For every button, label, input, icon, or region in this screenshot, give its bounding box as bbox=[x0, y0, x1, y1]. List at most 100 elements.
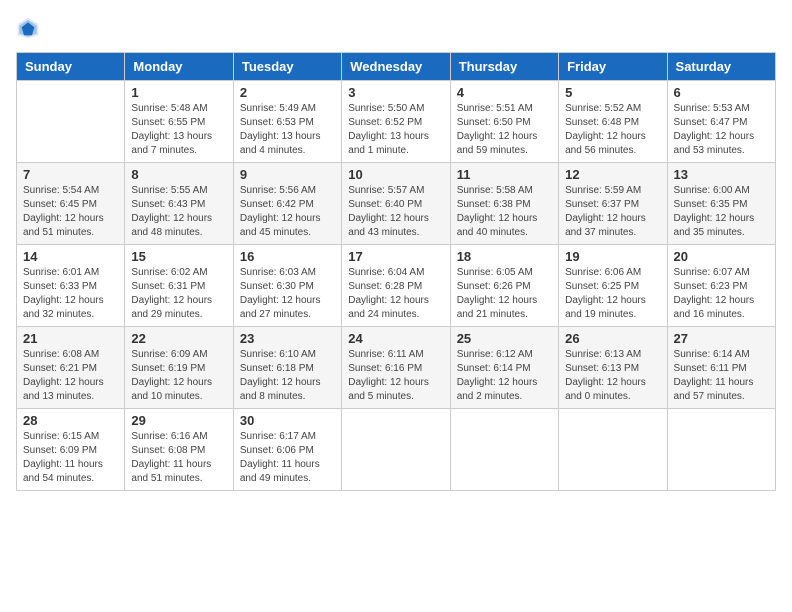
day-cell: 26 Sunrise: 6:13 AM Sunset: 6:13 PM Dayli… bbox=[559, 327, 667, 409]
day-cell: 10 Sunrise: 5:57 AM Sunset: 6:40 PM Dayli… bbox=[342, 163, 450, 245]
day-cell: 12 Sunrise: 5:59 AM Sunset: 6:37 PM Dayli… bbox=[559, 163, 667, 245]
day-cell bbox=[17, 81, 125, 163]
week-row-3: 14 Sunrise: 6:01 AM Sunset: 6:33 PM Dayli… bbox=[17, 245, 776, 327]
day-number: 1 bbox=[131, 85, 226, 100]
day-cell: 29 Sunrise: 6:16 AM Sunset: 6:08 PM Dayli… bbox=[125, 409, 233, 491]
day-cell: 6 Sunrise: 5:53 AM Sunset: 6:47 PM Daylig… bbox=[667, 81, 775, 163]
day-cell bbox=[667, 409, 775, 491]
day-cell: 30Sunrise: 6:17 AM Sunset: 6:06 PM Dayli… bbox=[233, 409, 341, 491]
day-cell bbox=[342, 409, 450, 491]
day-info: Sunrise: 6:16 AM Sunset: 6:08 PM Dayligh… bbox=[131, 430, 226, 486]
column-header-sunday: Sunday bbox=[17, 53, 125, 81]
day-cell: 20 Sunrise: 6:07 AM Sunset: 6:23 PM Dayli… bbox=[667, 245, 775, 327]
day-info: Sunrise: 5:57 AM Sunset: 6:40 PM Dayligh… bbox=[348, 184, 443, 240]
day-number: 27 bbox=[674, 331, 769, 346]
day-info: Sunrise: 6:07 AM Sunset: 6:23 PM Dayligh… bbox=[674, 266, 769, 322]
day-number: 26 bbox=[565, 331, 660, 346]
day-info: Sunrise: 6:09 AM Sunset: 6:19 PM Dayligh… bbox=[131, 348, 226, 404]
day-cell: 7 Sunrise: 5:54 AM Sunset: 6:45 PM Daylig… bbox=[17, 163, 125, 245]
day-number: 17 bbox=[348, 249, 443, 264]
week-row-1: 1 Sunrise: 5:48 AM Sunset: 6:55 PM Daylig… bbox=[17, 81, 776, 163]
day-info: Sunrise: 6:10 AM Sunset: 6:18 PM Dayligh… bbox=[240, 348, 335, 404]
day-info: Sunrise: 6:00 AM Sunset: 6:35 PM Dayligh… bbox=[674, 184, 769, 240]
day-number: 4 bbox=[457, 85, 552, 100]
day-cell: 13 Sunrise: 6:00 AM Sunset: 6:35 PM Dayli… bbox=[667, 163, 775, 245]
day-info: Sunrise: 6:03 AM Sunset: 6:30 PM Dayligh… bbox=[240, 266, 335, 322]
day-info: Sunrise: 5:54 AM Sunset: 6:45 PM Dayligh… bbox=[23, 184, 118, 240]
calendar-body: 1 Sunrise: 5:48 AM Sunset: 6:55 PM Daylig… bbox=[17, 81, 776, 491]
day-number: 14 bbox=[23, 249, 118, 264]
day-number: 29 bbox=[131, 413, 226, 428]
day-cell: 8Sunrise: 5:55 AM Sunset: 6:43 PM Daylig… bbox=[125, 163, 233, 245]
calendar-table: SundayMondayTuesdayWednesdayThursdayFrid… bbox=[16, 52, 776, 491]
day-info: Sunrise: 6:05 AM Sunset: 6:26 PM Dayligh… bbox=[457, 266, 552, 322]
day-number: 5 bbox=[565, 85, 660, 100]
day-number: 7 bbox=[23, 167, 118, 182]
day-cell: 21Sunrise: 6:08 AM Sunset: 6:21 PM Dayli… bbox=[17, 327, 125, 409]
day-info: Sunrise: 6:02 AM Sunset: 6:31 PM Dayligh… bbox=[131, 266, 226, 322]
column-header-friday: Friday bbox=[559, 53, 667, 81]
day-number: 28 bbox=[23, 413, 118, 428]
day-info: Sunrise: 6:01 AM Sunset: 6:33 PM Dayligh… bbox=[23, 266, 118, 322]
day-cell: 19Sunrise: 6:06 AM Sunset: 6:25 PM Dayli… bbox=[559, 245, 667, 327]
day-number: 6 bbox=[674, 85, 769, 100]
day-info: Sunrise: 5:52 AM Sunset: 6:48 PM Dayligh… bbox=[565, 102, 660, 158]
week-row-2: 7 Sunrise: 5:54 AM Sunset: 6:45 PM Daylig… bbox=[17, 163, 776, 245]
day-info: Sunrise: 6:15 AM Sunset: 6:09 PM Dayligh… bbox=[23, 430, 118, 486]
day-cell bbox=[559, 409, 667, 491]
day-info: Sunrise: 5:51 AM Sunset: 6:50 PM Dayligh… bbox=[457, 102, 552, 158]
day-number: 18 bbox=[457, 249, 552, 264]
day-info: Sunrise: 6:14 AM Sunset: 6:11 PM Dayligh… bbox=[674, 348, 769, 404]
day-info: Sunrise: 6:13 AM Sunset: 6:13 PM Dayligh… bbox=[565, 348, 660, 404]
day-number: 22 bbox=[131, 331, 226, 346]
logo-icon bbox=[16, 16, 40, 40]
day-number: 9 bbox=[240, 167, 335, 182]
day-cell: 1 Sunrise: 5:48 AM Sunset: 6:55 PM Daylig… bbox=[125, 81, 233, 163]
day-cell: 24 Sunrise: 6:11 AM Sunset: 6:16 PM Dayli… bbox=[342, 327, 450, 409]
day-number: 15 bbox=[131, 249, 226, 264]
day-cell: 11 Sunrise: 5:58 AM Sunset: 6:38 PM Dayli… bbox=[450, 163, 558, 245]
day-number: 21 bbox=[23, 331, 118, 346]
column-header-saturday: Saturday bbox=[667, 53, 775, 81]
day-cell: 18 Sunrise: 6:05 AM Sunset: 6:26 PM Dayli… bbox=[450, 245, 558, 327]
day-info: Sunrise: 5:59 AM Sunset: 6:37 PM Dayligh… bbox=[565, 184, 660, 240]
day-number: 12 bbox=[565, 167, 660, 182]
day-cell: 9Sunrise: 5:56 AM Sunset: 6:42 PM Daylig… bbox=[233, 163, 341, 245]
day-info: Sunrise: 5:53 AM Sunset: 6:47 PM Dayligh… bbox=[674, 102, 769, 158]
day-number: 24 bbox=[348, 331, 443, 346]
day-cell: 15 Sunrise: 6:02 AM Sunset: 6:31 PM Dayli… bbox=[125, 245, 233, 327]
week-row-5: 28 Sunrise: 6:15 AM Sunset: 6:09 PM Dayli… bbox=[17, 409, 776, 491]
column-header-monday: Monday bbox=[125, 53, 233, 81]
day-cell bbox=[450, 409, 558, 491]
day-info: Sunrise: 6:12 AM Sunset: 6:14 PM Dayligh… bbox=[457, 348, 552, 404]
calendar-header: SundayMondayTuesdayWednesdayThursdayFrid… bbox=[17, 53, 776, 81]
day-number: 20 bbox=[674, 249, 769, 264]
day-number: 30 bbox=[240, 413, 335, 428]
day-cell: 4 Sunrise: 5:51 AM Sunset: 6:50 PM Daylig… bbox=[450, 81, 558, 163]
day-number: 2 bbox=[240, 85, 335, 100]
day-info: Sunrise: 6:04 AM Sunset: 6:28 PM Dayligh… bbox=[348, 266, 443, 322]
day-number: 3 bbox=[348, 85, 443, 100]
day-number: 11 bbox=[457, 167, 552, 182]
day-cell: 28 Sunrise: 6:15 AM Sunset: 6:09 PM Dayli… bbox=[17, 409, 125, 491]
day-info: Sunrise: 6:11 AM Sunset: 6:16 PM Dayligh… bbox=[348, 348, 443, 404]
day-cell: 22 Sunrise: 6:09 AM Sunset: 6:19 PM Dayli… bbox=[125, 327, 233, 409]
page-header bbox=[16, 16, 776, 40]
day-info: Sunrise: 5:48 AM Sunset: 6:55 PM Dayligh… bbox=[131, 102, 226, 158]
day-cell: 5 Sunrise: 5:52 AM Sunset: 6:48 PM Daylig… bbox=[559, 81, 667, 163]
day-number: 13 bbox=[674, 167, 769, 182]
column-header-tuesday: Tuesday bbox=[233, 53, 341, 81]
day-info: Sunrise: 5:50 AM Sunset: 6:52 PM Dayligh… bbox=[348, 102, 443, 158]
day-info: Sunrise: 5:58 AM Sunset: 6:38 PM Dayligh… bbox=[457, 184, 552, 240]
day-number: 25 bbox=[457, 331, 552, 346]
day-cell: 3 Sunrise: 5:50 AM Sunset: 6:52 PM Daylig… bbox=[342, 81, 450, 163]
header-row: SundayMondayTuesdayWednesdayThursdayFrid… bbox=[17, 53, 776, 81]
day-cell: 14 Sunrise: 6:01 AM Sunset: 6:33 PM Dayli… bbox=[17, 245, 125, 327]
day-cell: 2 Sunrise: 5:49 AM Sunset: 6:53 PM Daylig… bbox=[233, 81, 341, 163]
day-info: Sunrise: 5:49 AM Sunset: 6:53 PM Dayligh… bbox=[240, 102, 335, 158]
logo bbox=[16, 16, 44, 40]
day-cell: 25 Sunrise: 6:12 AM Sunset: 6:14 PM Dayli… bbox=[450, 327, 558, 409]
column-header-thursday: Thursday bbox=[450, 53, 558, 81]
day-number: 8 bbox=[131, 167, 226, 182]
day-number: 10 bbox=[348, 167, 443, 182]
